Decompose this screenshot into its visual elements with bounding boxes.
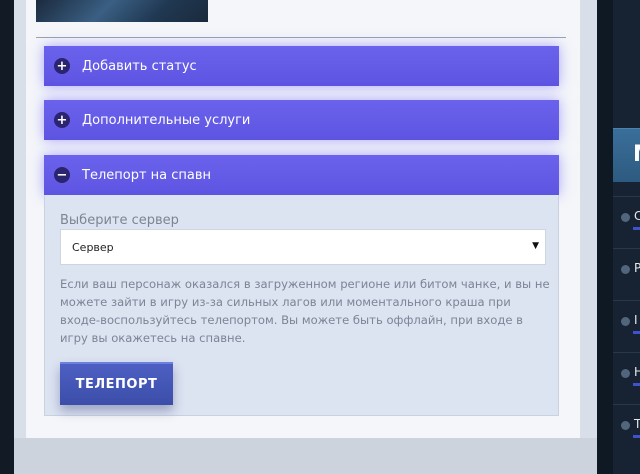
- plus-icon: +: [54, 58, 70, 74]
- sidebar-item-label: I: [634, 313, 638, 327]
- accordion-header-teleport[interactable]: − Телепорт на спавн: [44, 155, 559, 195]
- sidebar-item-label: Р: [634, 261, 640, 275]
- sidebar-list-item[interactable]: С: [613, 196, 640, 248]
- status-dot-icon: [621, 369, 630, 378]
- sidebar-item-label: Н: [634, 365, 640, 379]
- accordion-header-extra-services[interactable]: + Дополнительные услуги: [44, 100, 559, 140]
- plus-icon: +: [54, 112, 70, 128]
- divider: [36, 37, 566, 38]
- sidebar-list-item[interactable]: Т: [613, 404, 640, 456]
- accordion-label: Дополнительные услуги: [82, 112, 251, 128]
- sidebar-list-item[interactable]: I: [613, 300, 640, 352]
- status-dot-icon: [621, 213, 630, 222]
- banner-image: [36, 0, 208, 22]
- progress-bar: [633, 227, 640, 230]
- status-dot-icon: [621, 317, 630, 326]
- teleport-description: Если ваш персонаж оказался в загруженном…: [60, 277, 550, 345]
- sidebar-list-item[interactable]: Р: [613, 248, 640, 300]
- sidebar-list-item[interactable]: Н: [613, 352, 640, 404]
- right-sidebar-header: М: [613, 128, 640, 182]
- sidebar-item-label: Т: [634, 417, 640, 431]
- sidebar-item-label: С: [634, 209, 640, 223]
- column-gap: [597, 0, 613, 474]
- status-dot-icon: [621, 421, 630, 430]
- minus-icon: −: [54, 167, 70, 183]
- server-select-label: Выберите сервер: [60, 213, 179, 228]
- teleport-button[interactable]: ТЕЛЕПОРТ: [60, 362, 173, 405]
- progress-bar: [633, 383, 640, 386]
- chevron-down-icon: ▼: [532, 241, 539, 251]
- page-bottom-band: [14, 438, 597, 474]
- accordion-label: Телепорт на спавн: [82, 167, 212, 183]
- progress-bar: [633, 435, 640, 438]
- server-select[interactable]: Сервер ▼: [60, 229, 546, 265]
- accordion-label: Добавить статус: [82, 58, 197, 74]
- accordion-header-add-status[interactable]: + Добавить статус: [44, 46, 559, 86]
- progress-bar: [633, 331, 640, 334]
- status-dot-icon: [621, 265, 630, 274]
- left-dark-strip: [0, 0, 14, 474]
- server-select-value: Сервер: [72, 240, 114, 254]
- teleport-panel: Выберите сервер Сервер ▼ Если ваш персон…: [44, 195, 559, 416]
